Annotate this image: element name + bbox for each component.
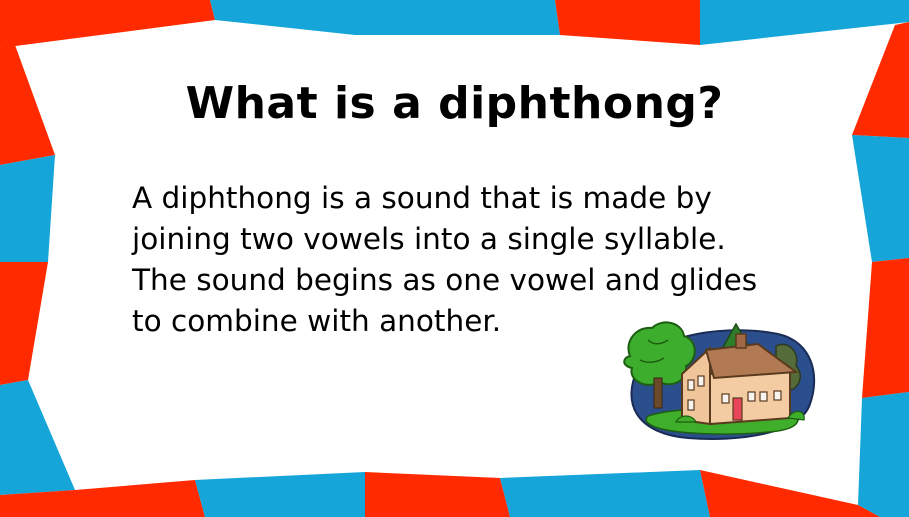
body-line: joining two vowels into a single syllabl… <box>132 222 726 256</box>
border-tile <box>0 262 48 385</box>
border-tile <box>355 0 560 35</box>
house-with-trees-icon <box>623 321 816 440</box>
border-tile <box>555 0 700 45</box>
border-tile <box>858 392 909 517</box>
border-tile <box>700 0 909 45</box>
body-line: The sound begins as one vowel and glides <box>132 263 758 297</box>
border-tile <box>500 470 710 517</box>
border-tile <box>210 0 355 35</box>
border-tile <box>852 135 909 262</box>
border-tile <box>0 0 215 48</box>
border-tile <box>862 258 909 398</box>
border-tile <box>700 470 880 517</box>
body-line: A diphthong is a sound that is made by <box>132 181 712 215</box>
slide-title: What is a diphthong? <box>185 78 724 129</box>
border-tile <box>365 472 510 517</box>
border-tile <box>0 155 55 262</box>
border-tile <box>195 472 365 517</box>
slide: What is a diphthong? A diphthong is a so… <box>0 0 909 517</box>
border-tile <box>0 380 75 495</box>
